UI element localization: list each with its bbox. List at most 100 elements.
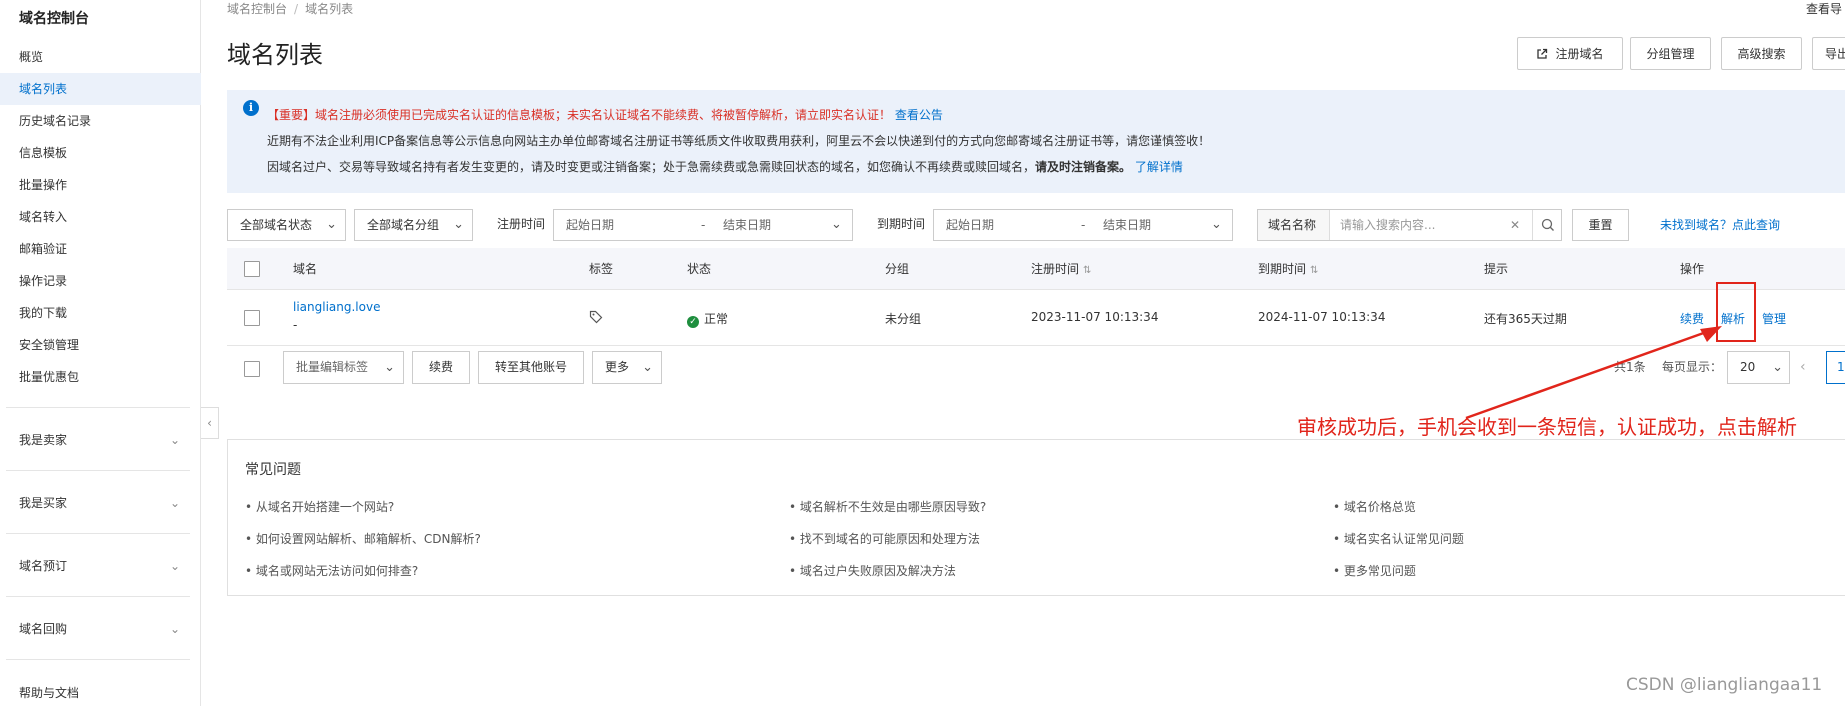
- column-exp-time[interactable]: 到期时间 ⇅: [1258, 248, 1318, 292]
- chevron-down-icon: ⌄: [169, 622, 180, 636]
- faq-link[interactable]: • 域名过户失败原因及解决方法: [789, 562, 956, 579]
- sort-icon[interactable]: ⇅: [1083, 265, 1091, 276]
- chevron-down-icon: ⌄: [169, 433, 180, 447]
- bulk-select-checkbox[interactable]: [244, 361, 260, 377]
- clear-icon[interactable]: ✕: [1510, 210, 1520, 240]
- date-dash: -: [1081, 218, 1086, 232]
- exp-time-label: 到期时间: [877, 217, 926, 231]
- sidebar-item-batch-ops[interactable]: 批量操作: [0, 169, 201, 201]
- status-filter-select[interactable]: 全部域名状态 ⌄: [227, 209, 346, 241]
- faq-link[interactable]: • 域名实名认证常见问题: [1333, 530, 1464, 547]
- reg-end-date[interactable]: 结束日期: [723, 210, 771, 240]
- faq-panel: 常见问题 • 从域名开始搭建一个网站? • 如何设置网站解析、邮箱解析、CDN解…: [227, 439, 1845, 596]
- notice-line-3-text: 因域名过户、交易等导致域名持有者发生变更的，请及时变更或注销备案；处于急需续费或…: [267, 160, 1036, 174]
- manage-action-link[interactable]: 管理: [1762, 310, 1786, 327]
- tag-icon[interactable]: [589, 310, 603, 327]
- sidebar-group-buyback[interactable]: 域名回购 ⌄: [0, 614, 190, 644]
- prev-page-icon[interactable]: ‹: [1800, 351, 1806, 384]
- exp-end-date[interactable]: 结束日期: [1103, 210, 1151, 240]
- sidebar-group-buyer[interactable]: 我是买家 ⌄: [0, 488, 190, 518]
- transfer-account-button[interactable]: 转至其他账号: [478, 351, 584, 384]
- app-root: 域名控制台 概览 域名列表 历史域名记录 信息模板 批量操作 域名转入 邮箱验证…: [0, 0, 1845, 706]
- breadcrumb-root[interactable]: 域名控制台: [227, 2, 287, 16]
- sidebar-collapse-button[interactable]: ‹: [201, 407, 219, 439]
- domain-search-group: 域名名称 ✕: [1257, 209, 1562, 241]
- info-icon: i: [243, 100, 259, 116]
- row-checkbox[interactable]: [244, 310, 260, 326]
- export-label: 导出: [1825, 47, 1845, 61]
- sidebar-item-transfer-in[interactable]: 域名转入: [0, 201, 201, 233]
- sidebar-group-label: 我是买家: [19, 496, 68, 510]
- chevron-down-icon: ⌄: [326, 217, 337, 232]
- sidebar-item-email-verify[interactable]: 邮箱验证: [0, 233, 201, 265]
- group-filter-select[interactable]: 全部域名分组 ⌄: [354, 209, 473, 241]
- sidebar-group-label: 域名回购: [19, 622, 68, 636]
- group-cell: 未分组: [885, 312, 922, 326]
- domain-name-link[interactable]: liangliang.love: [293, 300, 380, 314]
- search-type-select[interactable]: 域名名称: [1258, 210, 1330, 240]
- chevron-down-icon: ⌄: [831, 217, 842, 232]
- search-button[interactable]: [1532, 210, 1562, 240]
- sidebar-group-label: 域名预订: [19, 559, 68, 573]
- sidebar-group-seller[interactable]: 我是卖家 ⌄: [0, 425, 190, 455]
- notice-announcement-link[interactable]: 查看公告: [895, 108, 943, 122]
- chevron-down-icon: ⌄: [642, 360, 653, 375]
- faq-link[interactable]: • 域名解析不生效是由哪些原因导致?: [789, 498, 986, 515]
- reg-date-range[interactable]: 起始日期 - 结束日期 ⌄: [553, 209, 853, 241]
- domain-sub-text: -: [293, 318, 298, 332]
- exp-start-date[interactable]: 起始日期: [946, 210, 994, 240]
- more-actions-label: 更多: [605, 360, 630, 374]
- select-all-checkbox[interactable]: [244, 261, 260, 277]
- sidebar-item-overview[interactable]: 概览: [0, 41, 201, 73]
- column-reg-time[interactable]: 注册时间 ⇅: [1031, 248, 1091, 292]
- sidebar-item-security-lock[interactable]: 安全锁管理: [0, 329, 201, 361]
- faq-link[interactable]: • 如何设置网站解析、邮箱解析、CDN解析?: [245, 530, 481, 547]
- reset-button[interactable]: 重置: [1572, 209, 1629, 241]
- domain-not-found-link[interactable]: 未找到域名？点此查询: [1660, 209, 1780, 241]
- faq-link[interactable]: • 域名价格总览: [1333, 498, 1416, 515]
- check-circle-icon: ✓: [687, 316, 699, 328]
- chevron-left-icon: ‹: [207, 416, 212, 430]
- faq-link[interactable]: • 找不到域名的可能原因和处理方法: [789, 530, 980, 547]
- search-input[interactable]: [1340, 215, 1510, 235]
- column-group: 分组: [885, 262, 910, 276]
- sidebar-item-downloads[interactable]: 我的下载: [0, 297, 201, 329]
- column-tip: 提示: [1484, 262, 1509, 276]
- sidebar-item-info-template[interactable]: 信息模板: [0, 137, 201, 169]
- reg-start-date[interactable]: 起始日期: [566, 210, 614, 240]
- group-manage-button[interactable]: 分组管理: [1630, 37, 1711, 70]
- status-badge: ✓ 正常: [687, 310, 728, 328]
- faq-link[interactable]: • 域名或网站无法访问如何排查?: [245, 562, 418, 579]
- sidebar-item-batch-discount[interactable]: 批量优惠包: [0, 361, 201, 393]
- sidebar-divider: [6, 659, 190, 660]
- chevron-down-icon: ⌄: [169, 496, 180, 510]
- sidebar-group-label: 我是卖家: [19, 433, 68, 447]
- table-header: 域名 标签 状态 分组 注册时间 ⇅ 到期时间 ⇅ 提示 操作: [227, 248, 1845, 290]
- column-exp-time-label: 到期时间: [1258, 262, 1307, 276]
- advanced-search-button[interactable]: 高级搜索: [1721, 37, 1802, 70]
- chevron-down-icon: ⌄: [169, 559, 180, 573]
- date-dash: -: [701, 218, 706, 232]
- sidebar-item-domain-list[interactable]: 域名列表: [0, 73, 201, 105]
- register-domain-button[interactable]: 注册域名: [1517, 37, 1623, 70]
- faq-link[interactable]: • 从域名开始搭建一个网站?: [245, 498, 394, 515]
- sort-icon[interactable]: ⇅: [1310, 265, 1318, 276]
- more-actions-select[interactable]: 更多 ⌄: [592, 351, 662, 384]
- sidebar-item-help[interactable]: 帮助与文档: [0, 677, 201, 706]
- sidebar-group-preorder[interactable]: 域名预订 ⌄: [0, 551, 190, 581]
- bulk-edit-tags-select[interactable]: 批量编辑标签 ⌄: [283, 351, 404, 384]
- page-size-select[interactable]: 20 ⌄: [1727, 351, 1790, 384]
- top-right-link[interactable]: 查看导: [1806, 0, 1842, 17]
- current-page-button[interactable]: 1: [1826, 351, 1845, 384]
- sidebar-item-op-log[interactable]: 操作记录: [0, 265, 201, 297]
- bulk-edit-tags-label: 批量编辑标签: [296, 360, 369, 374]
- exp-date-range[interactable]: 起始日期 - 结束日期 ⌄: [933, 209, 1233, 241]
- sidebar-item-history[interactable]: 历史域名记录: [0, 105, 201, 137]
- page-size-value: 20: [1740, 360, 1756, 374]
- bulk-renew-button[interactable]: 续费: [412, 351, 470, 384]
- export-button[interactable]: 导出: [1812, 37, 1845, 70]
- faq-title: 常见问题: [245, 462, 301, 478]
- column-actions: 操作: [1680, 262, 1705, 276]
- notice-details-link[interactable]: 了解详情: [1135, 160, 1183, 174]
- faq-link[interactable]: • 更多常见问题: [1333, 562, 1416, 579]
